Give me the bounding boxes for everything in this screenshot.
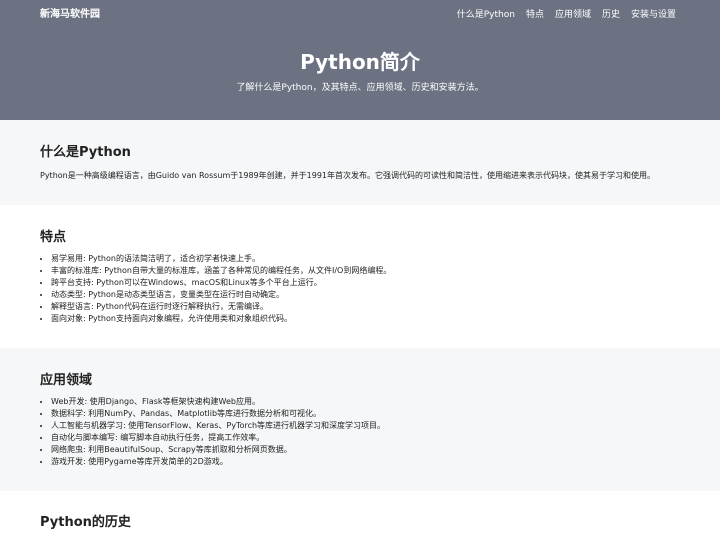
nav-link-applications[interactable]: 应用领域 — [555, 9, 591, 21]
list-item: 易学易用: Python的语法简洁明了，适合初学者快速上手。 — [51, 253, 680, 265]
section-history: Python的历史 — [0, 491, 720, 540]
list-item: 自动化与脚本编写: 编写脚本自动执行任务，提高工作效率。 — [51, 432, 680, 444]
nav-link-what-is-python[interactable]: 什么是Python — [457, 9, 515, 21]
list-item: 丰富的标准库: Python自带大量的标准库，涵盖了各种常见的编程任务，从文件I… — [51, 265, 680, 277]
section-title-history: Python的历史 — [40, 515, 131, 530]
nav-link-features[interactable]: 特点 — [526, 9, 544, 21]
list-item: 游戏开发: 使用Pygame等库开发简单的2D游戏。 — [51, 456, 680, 468]
applications-list: Web开发: 使用Django、Flask等框架快速构建Web应用。 数据科学:… — [40, 396, 680, 468]
top-nav: 什么是Python 特点 应用领域 历史 安装与设置 — [457, 9, 676, 21]
list-item: 人工智能与机器学习: 使用TensorFlow、Keras、PyTorch等库进… — [51, 420, 680, 432]
hero-header: 新海马软件园 什么是Python 特点 应用领域 历史 安装与设置 Python… — [0, 0, 720, 120]
page-title: Python简介 — [300, 50, 420, 74]
list-item: 动态类型: Python是动态类型语言，变量类型在运行时自动确定。 — [51, 289, 680, 301]
list-item: 数据科学: 利用NumPy、Pandas、Matplotlib等库进行数据分析和… — [51, 408, 680, 420]
page-subtitle: 了解什么是Python，及其特点、应用领域、历史和安装方法。 — [236, 83, 484, 93]
nav-link-history[interactable]: 历史 — [602, 9, 620, 21]
section-title-features: 特点 — [40, 230, 67, 245]
list-item: 面向对象: Python支持面向对象编程，允许使用类和对象组织代码。 — [51, 313, 680, 325]
section-title-applications: 应用领域 — [40, 373, 93, 388]
list-item: Web开发: 使用Django、Flask等框架快速构建Web应用。 — [51, 396, 680, 408]
nav-link-installation[interactable]: 安装与设置 — [631, 9, 676, 21]
list-item: 解释型语言: Python代码在运行时逐行解释执行，无需编译。 — [51, 301, 680, 313]
section-applications: 应用领域 Web开发: 使用Django、Flask等框架快速构建Web应用。 … — [0, 348, 720, 491]
section-text-what-is-python: Python是一种高级编程语言，由Guido van Rossum于1989年创… — [40, 171, 655, 180]
section-what-is-python: 什么是Python Python是一种高级编程语言，由Guido van Ros… — [0, 120, 720, 205]
list-item: 跨平台支持: Python可以在Windows、macOS和Linux等多个平台… — [51, 277, 680, 289]
features-list: 易学易用: Python的语法简洁明了，适合初学者快速上手。 丰富的标准库: P… — [40, 253, 680, 325]
section-features: 特点 易学易用: Python的语法简洁明了，适合初学者快速上手。 丰富的标准库… — [0, 205, 720, 348]
site-brand[interactable]: 新海马软件园 — [40, 8, 100, 22]
section-title-what-is-python: 什么是Python — [40, 145, 131, 160]
list-item: 网络爬虫: 利用BeautifulSoup、Scrapy等库抓取和分析网页数据。 — [51, 444, 680, 456]
